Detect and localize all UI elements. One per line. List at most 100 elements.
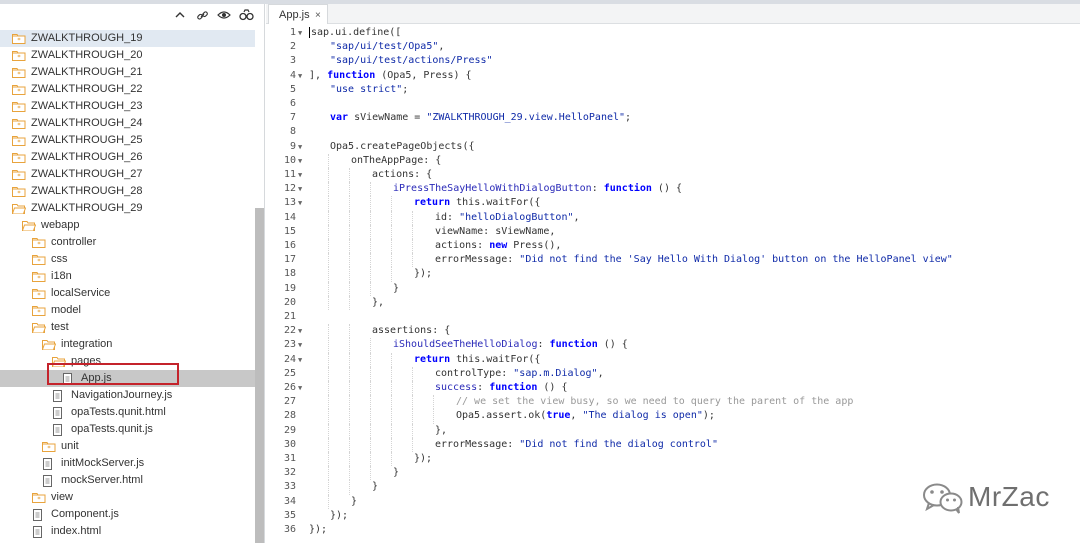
indent-guide — [349, 267, 350, 282]
indent-guide — [370, 437, 371, 452]
code-token: ; — [625, 112, 632, 124]
fold-toggle-icon[interactable]: ▼ — [298, 26, 302, 40]
folder-icon — [32, 254, 46, 265]
tree-folder-item[interactable]: ZWALKTHROUGH_25 — [0, 132, 255, 149]
tree-item-label: controller — [51, 236, 97, 248]
tree-item-label: index.html — [51, 525, 102, 537]
code-token: viewName: sViewName, — [435, 225, 556, 237]
tree-folder-item[interactable]: ZWALKTHROUGH_23 — [0, 98, 255, 115]
code-line: 22 ▼ assertions: { — [266, 324, 1080, 339]
code-token: function — [327, 69, 376, 81]
line-number: 24 — [283, 353, 296, 365]
code-line: 12 ▼ iPressTheSayHelloWithDialogButton: fu… — [266, 182, 1080, 197]
folder-icon — [12, 84, 26, 95]
file-tree: ZWALKTHROUGH_19 ZWALKTHROUGH_20 ZWALKTHROU… — [0, 30, 255, 540]
indent-guide — [412, 437, 413, 452]
folder-icon — [32, 288, 46, 299]
fold-toggle-icon[interactable]: ▼ — [298, 324, 302, 338]
code-token: assertions: { — [372, 325, 451, 337]
tree-item-label: integration — [61, 338, 113, 350]
tree-file-item[interactable]: index.html — [0, 523, 255, 540]
tree-item-label: css — [51, 253, 68, 265]
indent-guide — [370, 395, 371, 410]
fold-toggle-icon[interactable]: ▼ — [298, 381, 302, 395]
code-editor[interactable]: 1 ▼ sap.ui.define([2 "sap/ui/test/Opa5", 3 "s… — [266, 24, 1080, 543]
tree-scrollbar[interactable] — [255, 208, 264, 543]
indent-guide — [391, 452, 392, 467]
folder-icon — [32, 492, 46, 503]
tree-folder-item[interactable]: ZWALKTHROUGH_20 — [0, 47, 255, 64]
indent-guide — [349, 423, 350, 438]
close-icon[interactable]: × — [315, 6, 321, 25]
indent-guide — [370, 182, 371, 197]
tree-folder-item[interactable]: ZWALKTHROUGH_27 — [0, 166, 255, 183]
tree-file-item[interactable]: mockServer.html — [0, 472, 255, 489]
code-line: 36}); — [266, 523, 1080, 537]
tree-folder-item[interactable]: ZWALKTHROUGH_21 — [0, 64, 255, 81]
tree-file-item[interactable]: opaTests.qunit.html — [0, 404, 255, 421]
collapse-icon[interactable] — [172, 7, 188, 23]
tree-folder-item[interactable]: ZWALKTHROUGH_22 — [0, 81, 255, 98]
tree-folder-item[interactable]: ZWALKTHROUGH_29 — [0, 200, 255, 217]
code-line: 2 "sap/ui/test/Opa5", — [266, 40, 1080, 54]
code-token: onTheAppPage: { — [351, 154, 442, 166]
tree-item-label: test — [51, 321, 69, 333]
code-token: function — [489, 382, 538, 393]
line-number: 3 — [289, 55, 296, 67]
tree-folder-item[interactable]: model — [0, 302, 255, 319]
tree-file-item[interactable]: opaTests.qunit.js — [0, 421, 255, 438]
tree-folder-item[interactable]: ZWALKTHROUGH_28 — [0, 183, 255, 200]
tree-folder-item[interactable]: test — [0, 319, 255, 336]
line-number: 15 — [283, 225, 296, 237]
code-text: viewName: sViewName, — [435, 225, 555, 239]
code-token: Opa5.assert.ok( — [456, 410, 547, 422]
tree-file-item[interactable]: NavigationJourney.js — [0, 387, 255, 404]
indent-guide — [370, 239, 371, 254]
tree-folder-item[interactable]: webapp — [0, 217, 255, 234]
tree-item-label: ZWALKTHROUGH_29 — [31, 202, 143, 214]
tree-folder-item[interactable]: ZWALKTHROUGH_26 — [0, 149, 255, 166]
code-token: ); — [702, 410, 715, 422]
tree-folder-item[interactable]: ZWALKTHROUGH_19 — [0, 30, 255, 47]
tree-folder-item[interactable]: integration — [0, 336, 255, 353]
binoculars-icon[interactable] — [238, 7, 254, 23]
line-number: 2 — [289, 41, 296, 53]
fold-toggle-icon[interactable]: ▼ — [298, 182, 302, 196]
tree-folder-item[interactable]: view — [0, 489, 255, 506]
tab-app-js[interactable]: App.js × — [268, 4, 328, 25]
code-text: iShouldSeeTheHelloDialog: function () { — [393, 338, 628, 352]
fold-toggle-icon[interactable]: ▼ — [298, 353, 302, 367]
indent-guide — [349, 224, 350, 239]
tree-item-label: ZWALKTHROUGH_26 — [31, 151, 143, 163]
tree-file-item[interactable]: Component.js — [0, 506, 255, 523]
fold-toggle-icon[interactable]: ▼ — [298, 154, 302, 168]
code-text: } — [372, 480, 378, 494]
line-number: 36 — [283, 524, 296, 535]
fold-toggle-icon[interactable]: ▼ — [298, 338, 302, 352]
fold-toggle-icon[interactable]: ▼ — [298, 168, 302, 182]
code-token: iShouldSeeTheHelloDialog — [393, 339, 538, 351]
line-number: 33 — [283, 481, 296, 493]
tree-folder-item[interactable]: unit — [0, 438, 255, 455]
code-line: 13 ▼ return this.waitFor({ — [266, 196, 1080, 211]
code-text: actions: { — [372, 168, 432, 182]
tree-folder-item[interactable]: controller — [0, 234, 255, 251]
fold-toggle-icon[interactable]: ▼ — [298, 69, 302, 83]
code-line: 29}, — [266, 423, 1080, 438]
code-token: } — [351, 495, 358, 507]
fold-toggle-icon[interactable]: ▼ — [298, 196, 302, 210]
eye-icon[interactable] — [216, 7, 232, 23]
fold-toggle-icon[interactable]: ▼ — [298, 140, 302, 154]
code-token: controlType: — [435, 367, 514, 379]
indent-guide — [370, 366, 371, 381]
tree-file-item[interactable]: initMockServer.js — [0, 455, 255, 472]
indent-guide — [328, 352, 329, 367]
tree-folder-item[interactable]: localService — [0, 285, 255, 302]
tree-folder-item[interactable]: ZWALKTHROUGH_24 — [0, 115, 255, 132]
tree-folder-item[interactable]: css — [0, 251, 255, 268]
link-icon[interactable] — [194, 7, 210, 23]
indent-guide — [328, 210, 329, 225]
code-token: actions: { — [372, 169, 433, 180]
indent-guide — [370, 423, 371, 438]
tree-folder-item[interactable]: i18n — [0, 268, 255, 285]
